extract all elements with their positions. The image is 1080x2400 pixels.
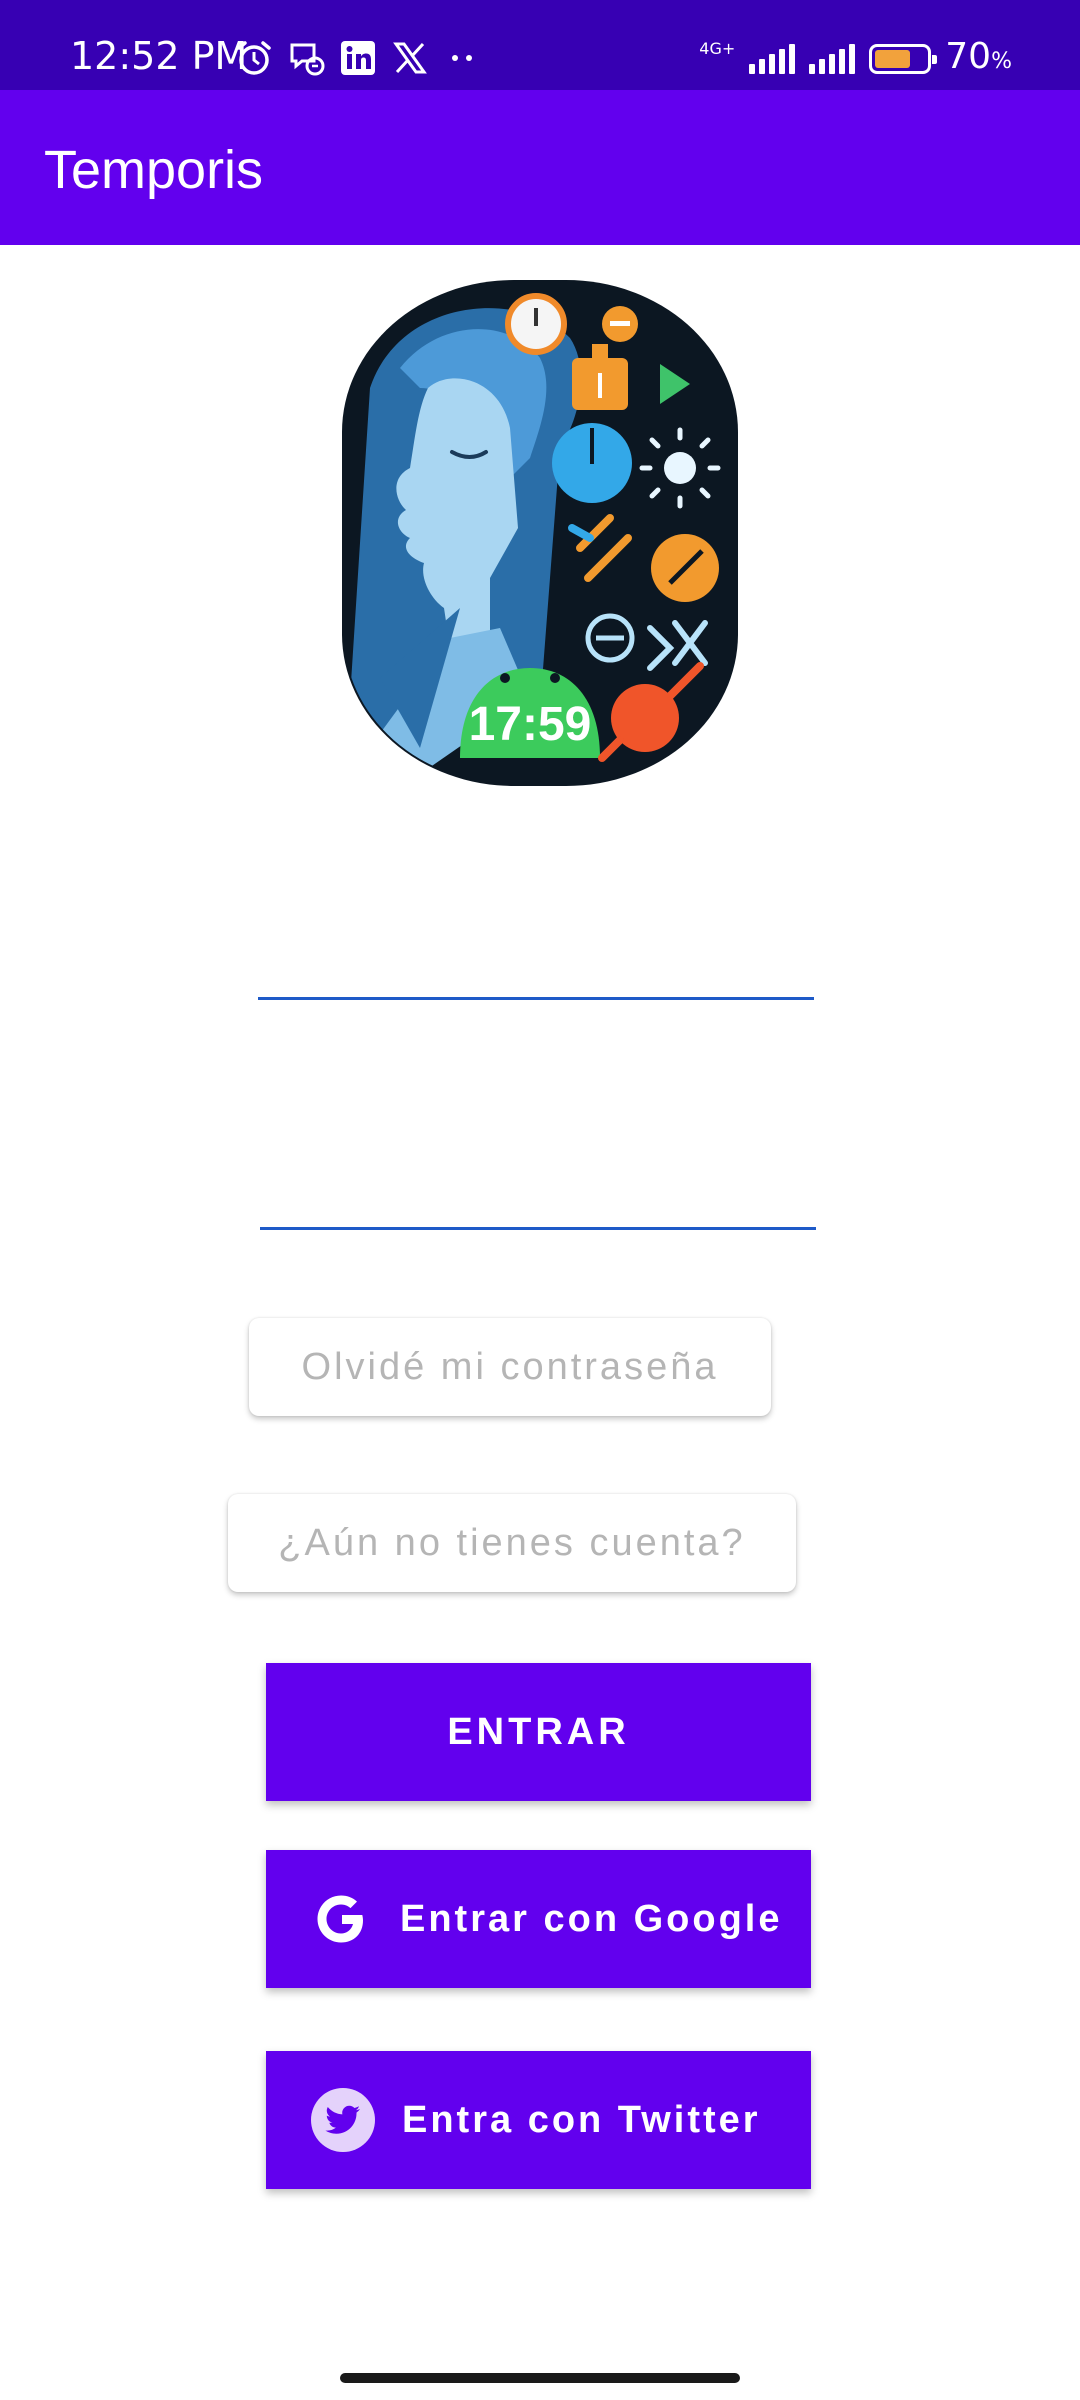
battery-icon <box>869 44 938 74</box>
google-login-label: Entrar con Google <box>400 1897 783 1940</box>
messenger-icon <box>286 38 326 78</box>
battery-percent: 70% <box>945 35 1012 77</box>
status-bar: 12:52 PM 4G+ 70% <box>0 0 1080 90</box>
status-indicators: 4G+ 70% <box>699 34 1012 84</box>
twitter-login-button[interactable]: Entra con Twitter <box>266 2051 811 2189</box>
x-icon <box>390 38 430 78</box>
notification-icons <box>234 36 482 80</box>
signal-strength-icon-2 <box>809 44 856 74</box>
google-login-button[interactable]: Entrar con Google <box>266 1850 811 1988</box>
login-label: ENTRAR <box>447 1710 630 1753</box>
login-button[interactable]: ENTRAR <box>266 1663 811 1801</box>
signal-strength-icon <box>749 44 796 74</box>
forgot-password-label: Olvidé mi contraseña <box>301 1345 719 1388</box>
battery-level <box>875 50 911 68</box>
status-time: 12:52 PM <box>70 34 248 78</box>
home-indicator[interactable] <box>340 2373 740 2383</box>
google-icon <box>308 1886 374 1952</box>
forgot-password-button[interactable]: Olvidé mi contraseña <box>249 1318 771 1416</box>
linkedin-icon <box>338 38 378 78</box>
network-type: 4G+ <box>699 39 736 58</box>
twitter-login-label: Entra con Twitter <box>402 2098 761 2141</box>
twitter-icon <box>310 2087 376 2153</box>
app-bar: Temporis <box>0 90 1080 245</box>
register-label: ¿Aún no tienes cuenta? <box>278 1521 746 1564</box>
register-button[interactable]: ¿Aún no tienes cuenta? <box>228 1494 796 1592</box>
app-logo: 17:59 <box>340 278 740 788</box>
password-field[interactable] <box>260 1130 816 1230</box>
alarm-icon <box>234 38 274 78</box>
more-dots-icon <box>442 38 482 78</box>
username-field[interactable] <box>258 900 814 1000</box>
app-title: Temporis <box>44 140 264 200</box>
logo-clock-text: 17:59 <box>469 698 592 751</box>
